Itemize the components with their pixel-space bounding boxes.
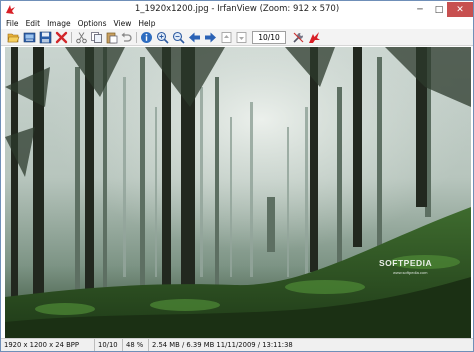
page-counter-field[interactable]: 10/10 bbox=[252, 31, 286, 44]
status-dimensions: 1920 x 1200 x 24 BPP bbox=[1, 339, 95, 351]
save-icon[interactable] bbox=[39, 31, 52, 44]
paste-icon[interactable] bbox=[105, 31, 118, 44]
toolbar-separator bbox=[71, 32, 72, 43]
svg-text:SOFTPEDIA: SOFTPEDIA bbox=[379, 258, 432, 268]
toolbar: 10/10 bbox=[1, 29, 473, 46]
menu-image[interactable]: Image bbox=[47, 18, 71, 29]
status-bar: 1920 x 1200 x 24 BPP 10/10 48 % 2.54 MB … bbox=[1, 338, 473, 351]
menu-file[interactable]: File bbox=[6, 18, 19, 29]
copy-icon[interactable] bbox=[90, 31, 103, 44]
menu-edit[interactable]: Edit bbox=[26, 18, 41, 29]
slideshow-icon[interactable] bbox=[23, 31, 36, 44]
title-bar: 1_1920x1200.jpg - IrfanView (Zoom: 912 x… bbox=[1, 1, 473, 18]
forest-photo: SOFTPEDIA www.softpedia.com bbox=[5, 47, 471, 338]
image-viewport[interactable]: SOFTPEDIA www.softpedia.com bbox=[5, 47, 471, 338]
cut-icon[interactable] bbox=[75, 31, 88, 44]
irfanview-cat-icon[interactable] bbox=[308, 31, 321, 44]
menu-options[interactable]: Options bbox=[78, 18, 107, 29]
zoom-out-icon[interactable] bbox=[172, 31, 185, 44]
next-icon[interactable] bbox=[204, 31, 217, 44]
close-button[interactable]: ✕ bbox=[447, 2, 473, 17]
status-file-info: 2.54 MB / 6.39 MB 11/11/2009 / 13:11:38 bbox=[152, 341, 293, 349]
menu-view[interactable]: View bbox=[114, 18, 132, 29]
zoom-in-icon[interactable] bbox=[156, 31, 169, 44]
settings-icon[interactable] bbox=[292, 31, 305, 44]
delete-icon[interactable] bbox=[55, 31, 68, 44]
last-page-icon[interactable] bbox=[235, 31, 248, 44]
open-folder-icon[interactable] bbox=[7, 31, 20, 44]
maximize-button[interactable]: □ bbox=[431, 2, 447, 17]
status-zoom: 48 % bbox=[123, 339, 149, 351]
window-title: 1_1920x1200.jpg - IrfanView (Zoom: 912 x… bbox=[134, 4, 340, 14]
minimize-button[interactable]: ─ bbox=[411, 2, 429, 17]
undo-icon[interactable] bbox=[120, 31, 133, 44]
menu-help[interactable]: Help bbox=[138, 18, 155, 29]
previous-icon[interactable] bbox=[188, 31, 201, 44]
info-icon[interactable] bbox=[140, 31, 153, 44]
toolbar-separator bbox=[136, 32, 137, 43]
status-index: 10/10 bbox=[95, 339, 123, 351]
irfanview-window: 1_1920x1200.jpg - IrfanView (Zoom: 912 x… bbox=[0, 0, 474, 352]
menu-bar: File Edit Image Options View Help bbox=[1, 18, 473, 29]
first-page-icon[interactable] bbox=[220, 31, 233, 44]
svg-text:www.softpedia.com: www.softpedia.com bbox=[393, 270, 428, 275]
